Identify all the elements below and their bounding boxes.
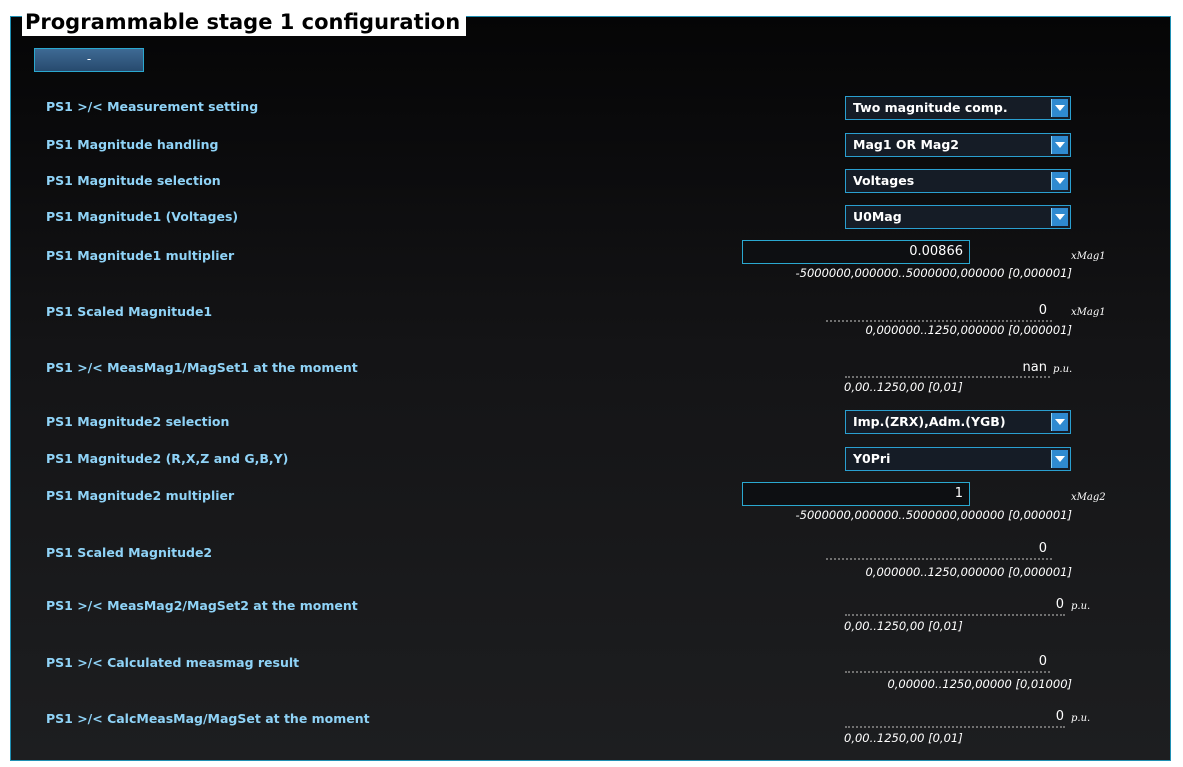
measmag2-value: 0	[1055, 597, 1064, 612]
chevron-down-icon[interactable]	[1051, 450, 1068, 468]
chevron-down-icon[interactable]	[1051, 99, 1068, 117]
unit-label: p.u.	[1071, 713, 1091, 724]
dropdown-value: Voltages	[853, 173, 915, 188]
range-hint: 0,00000..1250,00000 [0,01000]	[887, 677, 1072, 691]
range-hint: 0,00..1250,00 [0,01]	[844, 619, 963, 633]
value-underline	[826, 320, 1052, 322]
label-magnitude2-rxz: PS1 Magnitude2 (R,X,Z and G,B,Y)	[46, 451, 289, 466]
range-hint: 0,00..1250,00 [0,01]	[844, 380, 963, 394]
collapse-button[interactable]: -	[34, 48, 144, 72]
unit-label: p.u.	[1071, 601, 1091, 612]
measmag1-value: nan	[1022, 360, 1047, 375]
dropdown-value: Y0Pri	[853, 451, 891, 466]
calculated-result-value: 0	[1038, 654, 1047, 669]
label-magnitude1-voltages: PS1 Magnitude1 (Voltages)	[46, 209, 239, 224]
range-hint: -5000000,000000..5000000,000000 [0,00000…	[795, 508, 1072, 522]
config-panel	[10, 16, 1171, 761]
value-underline	[826, 558, 1052, 560]
magnitude1-voltages-dropdown[interactable]: U0Mag	[845, 205, 1071, 229]
label-calculated-measmag-result: PS1 >/< Calculated measmag result	[46, 655, 300, 670]
chevron-down-icon[interactable]	[1051, 136, 1068, 154]
label-scaled-magnitude1: PS1 Scaled Magnitude1	[46, 304, 213, 319]
label-measurement-setting: PS1 >/< Measurement setting	[46, 99, 259, 114]
range-hint: -5000000,000000..5000000,000000 [0,00000…	[795, 266, 1072, 280]
value-underline	[845, 726, 1065, 728]
label-magnitude-selection: PS1 Magnitude selection	[46, 173, 221, 188]
dropdown-value: Two magnitude comp.	[853, 100, 1008, 115]
chevron-down-icon[interactable]	[1051, 413, 1068, 431]
range-hint: 0,000000..1250,000000 [0,000001]	[865, 323, 1072, 337]
chevron-down-icon[interactable]	[1051, 172, 1068, 190]
label-magnitude2-multiplier: PS1 Magnitude2 multiplier	[46, 488, 235, 503]
magnitude2-selection-dropdown[interactable]: Imp.(ZRX),Adm.(YGB)	[845, 410, 1071, 434]
dropdown-value: Mag1 OR Mag2	[853, 137, 959, 152]
label-magnitude-handling: PS1 Magnitude handling	[46, 137, 219, 152]
calc-moment-value: 0	[1055, 709, 1064, 724]
panel-title: Programmable stage 1 configuration	[22, 8, 467, 36]
chevron-down-icon[interactable]	[1051, 208, 1068, 226]
unit-label: xMag1	[1071, 251, 1106, 262]
scaled-magnitude1-value: 0	[1038, 303, 1047, 318]
scaled-magnitude2-value: 0	[1038, 541, 1047, 556]
label-scaled-magnitude2: PS1 Scaled Magnitude2	[46, 545, 213, 560]
unit-label: p.u.	[1053, 364, 1073, 375]
measurement-setting-dropdown[interactable]: Two magnitude comp.	[845, 96, 1071, 120]
dropdown-value: U0Mag	[853, 209, 902, 224]
value-underline	[845, 671, 1050, 673]
value-underline	[845, 376, 1050, 378]
dropdown-value: Imp.(ZRX),Adm.(YGB)	[853, 414, 1006, 429]
magnitude1-multiplier-input[interactable]: 0.00866	[742, 240, 970, 264]
label-magnitude1-multiplier: PS1 Magnitude1 multiplier	[46, 248, 235, 263]
unit-label: xMag2	[1071, 492, 1106, 503]
label-calcmeasmag-magset: PS1 >/< CalcMeasMag/MagSet at the moment	[46, 711, 370, 726]
value-underline	[845, 614, 1065, 616]
range-hint: 0,00..1250,00 [0,01]	[844, 731, 963, 745]
label-measmag1-magset1: PS1 >/< MeasMag1/MagSet1 at the moment	[46, 360, 358, 375]
magnitude-handling-dropdown[interactable]: Mag1 OR Mag2	[845, 133, 1071, 157]
range-hint: 0,000000..1250,000000 [0,000001]	[865, 565, 1072, 579]
label-magnitude2-selection: PS1 Magnitude2 selection	[46, 414, 230, 429]
unit-label: xMag1	[1071, 307, 1106, 318]
magnitude2-multiplier-input[interactable]: 1	[742, 482, 970, 506]
magnitude2-rxz-dropdown[interactable]: Y0Pri	[845, 447, 1071, 471]
label-measmag2-magset2: PS1 >/< MeasMag2/MagSet2 at the moment	[46, 598, 358, 613]
magnitude-selection-dropdown[interactable]: Voltages	[845, 169, 1071, 193]
